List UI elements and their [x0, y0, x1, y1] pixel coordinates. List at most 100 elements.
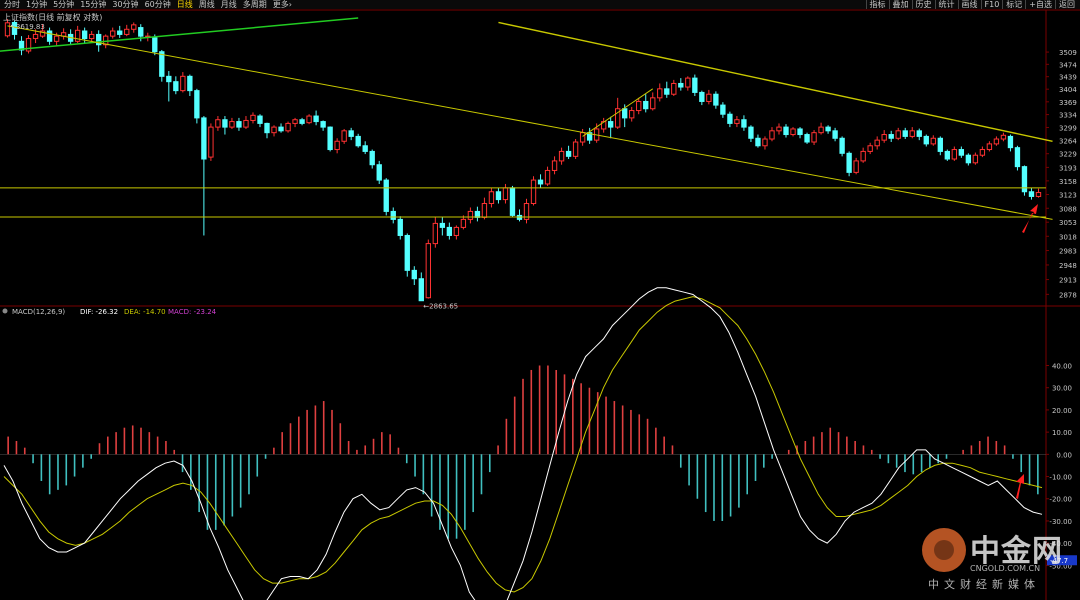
candle-body: [453, 226, 460, 236]
candle-body: [825, 126, 831, 132]
candle-body: [81, 30, 88, 40]
candle-body: [551, 160, 558, 171]
candle-body: [32, 33, 39, 40]
candle-body: [762, 138, 768, 147]
candle-body: [376, 164, 382, 181]
upper-downtrend-line: [498, 21, 1053, 142]
candle-body: [495, 191, 502, 201]
candle-body: [972, 154, 979, 164]
macd-indicator-label: MACD(12,26,9): [12, 308, 65, 316]
candle-body: [839, 137, 845, 154]
candle-body: [229, 121, 235, 128]
watermark-url: CNGOLD.COM.CN: [970, 564, 1041, 573]
candle-body: [965, 154, 972, 164]
cngold-watermark: 中金网 CNGOLD.COM.CN 中文财经新媒体: [922, 526, 1072, 596]
candle-body: [755, 137, 761, 147]
candle-body: [257, 115, 263, 124]
candle-body: [88, 33, 95, 40]
candle-body: [558, 150, 565, 162]
candle-body: [432, 222, 439, 245]
candle-body: [53, 35, 60, 42]
candle-body: [159, 51, 165, 77]
candle-body: [250, 114, 256, 121]
candle-body: [853, 160, 859, 173]
candle-body: [909, 130, 915, 137]
candle-body: [264, 122, 270, 134]
candle-body: [572, 141, 579, 157]
candle-body: [657, 88, 663, 99]
rally-trend-line: [582, 88, 654, 137]
candle-body: [888, 134, 894, 139]
candle-body: [818, 126, 824, 134]
macd-arrow-icon: [1016, 474, 1024, 499]
candle-body: [481, 203, 488, 218]
candle-body: [748, 126, 754, 139]
price-tick-label: 3193: [1059, 164, 1077, 172]
candle-body: [502, 187, 509, 201]
candle-body: [951, 149, 958, 160]
candle-body: [313, 115, 319, 123]
candle-body: [488, 191, 495, 205]
candle-body: [790, 128, 796, 136]
macd-tick-label: 10.00: [1052, 429, 1072, 437]
candle-body: [425, 243, 431, 299]
candle-body: [509, 187, 516, 216]
high-price-label: ↖3619.83: [10, 23, 45, 31]
candle-body: [243, 119, 249, 128]
candle-body: [152, 37, 158, 53]
candle-body: [565, 150, 572, 157]
candle-body: [341, 130, 347, 142]
price-tick-label: 2878: [1059, 291, 1077, 299]
candle-body: [173, 81, 179, 92]
price-tick-label: 3123: [1059, 191, 1077, 199]
candle-body: [874, 139, 880, 147]
candle-body: [446, 226, 453, 236]
candle-body: [685, 77, 691, 88]
kline-title: 上证指数(日线 前复权 对数): [3, 12, 102, 22]
candle-body: [1014, 147, 1021, 168]
candle-body: [1007, 135, 1014, 149]
candle-body: [369, 150, 375, 166]
candle-body: [530, 179, 537, 205]
candle-body: [741, 119, 747, 128]
low-price-label: ←2863.65: [423, 303, 458, 311]
candle-body: [671, 82, 677, 95]
price-tick-label: 3158: [1059, 178, 1077, 186]
price-tick-label: 3334: [1059, 112, 1077, 120]
candle-body: [664, 88, 670, 95]
candle-body: [383, 179, 389, 212]
macd-tick-label: -30.00: [1049, 518, 1072, 526]
candle-body: [271, 126, 277, 134]
candle-body: [194, 90, 200, 119]
candle-body: [720, 104, 726, 115]
long-downtrend-line: [7, 25, 1053, 220]
candle-body: [306, 115, 312, 124]
candle-body: [706, 93, 712, 102]
candle-body: [208, 126, 214, 158]
candle-body: [727, 113, 733, 124]
candle-body: [124, 28, 130, 35]
candle-body: [285, 122, 291, 132]
candle-body: [1028, 191, 1035, 197]
stock-chart: 3509 3474 3439 3404 3369 3334 3299 3264 3229 3193…: [0, 9, 1080, 600]
candle-body: [769, 130, 775, 140]
macd-value-label: MACD: -23.24: [168, 308, 217, 316]
candle-body: [201, 117, 207, 160]
candle-body: [776, 126, 782, 132]
cngold-logo-icon: [922, 528, 966, 572]
candle-body: [832, 130, 838, 139]
candle-body: [439, 222, 446, 228]
price-arrow-icon: [1022, 204, 1038, 233]
candle-body: [650, 97, 656, 110]
candle-body: [187, 75, 193, 92]
candle-body: [278, 126, 284, 132]
macd-dea-label: DEA: -14.70: [124, 308, 166, 316]
macd-dif-label: DIF: -26.32: [80, 308, 118, 316]
macd-tick-label: 20.00: [1052, 407, 1072, 415]
macd-tick-label: 30.00: [1052, 385, 1072, 393]
candle-body: [811, 132, 817, 143]
candle-body: [692, 77, 698, 93]
candle-body: [944, 150, 950, 160]
macd-settings-icon: [2, 308, 8, 314]
candle-body: [1035, 192, 1042, 197]
